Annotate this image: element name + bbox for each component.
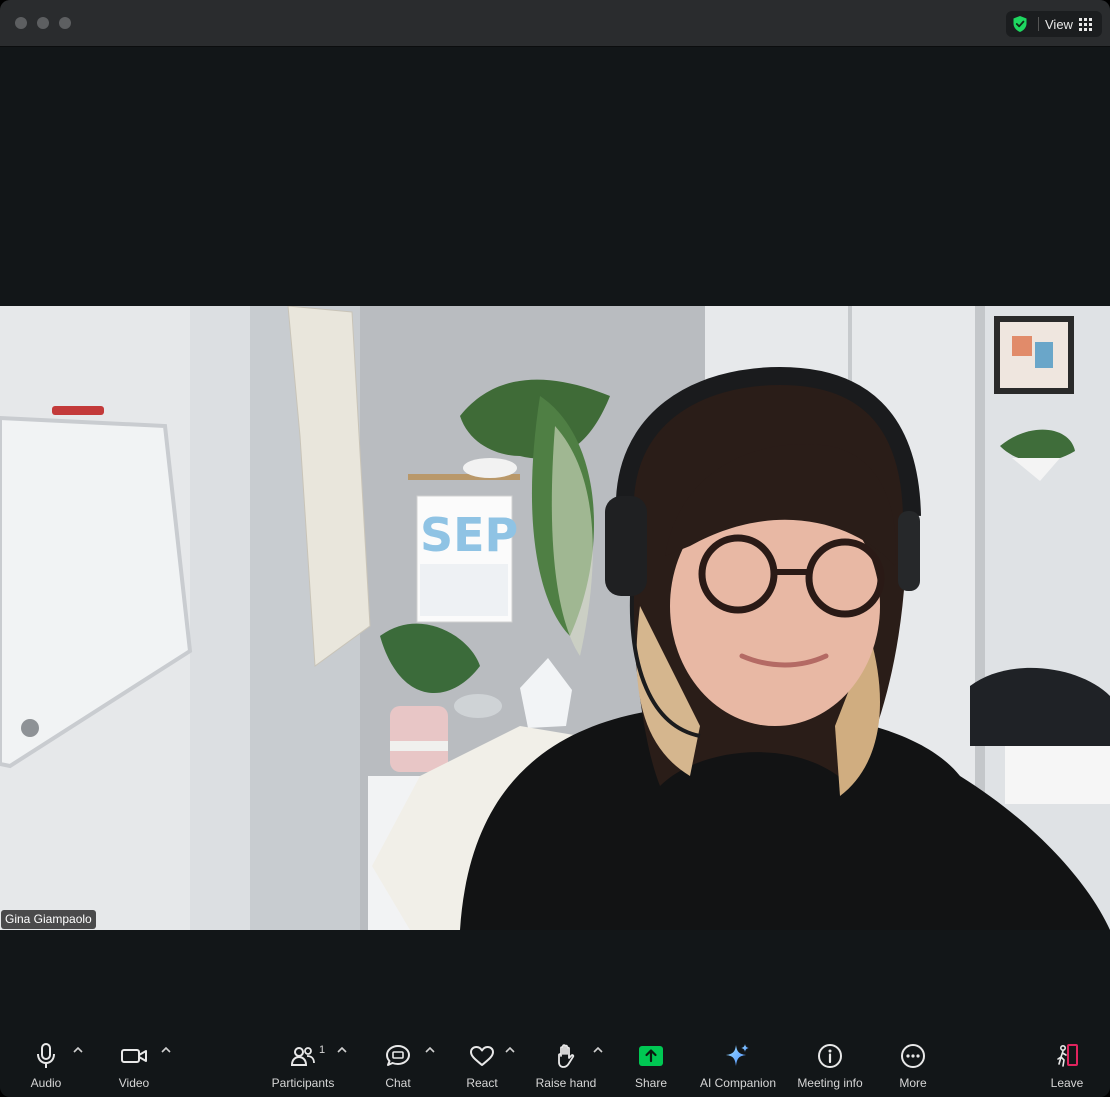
share-screen-icon xyxy=(638,1038,664,1074)
chat-options-chevron-up-icon[interactable] xyxy=(424,1044,436,1056)
zoom-window-button[interactable] xyxy=(59,17,71,29)
hand-icon xyxy=(554,1038,578,1074)
sparkle-icon xyxy=(724,1038,752,1074)
video-button[interactable]: Video xyxy=(114,1034,154,1097)
leave-door-icon xyxy=(1054,1038,1080,1074)
microphone-icon xyxy=(34,1038,58,1074)
participants-options-chevron-up-icon[interactable] xyxy=(336,1044,348,1056)
divider xyxy=(1038,17,1039,31)
meeting-window: View SEP Gina Giampaolo Audio Video Part… xyxy=(0,0,1110,1097)
participant-name-tag: Gina Giampaolo xyxy=(1,910,96,929)
leave-button[interactable]: Leave xyxy=(1046,1034,1088,1097)
audio-button[interactable]: Audio xyxy=(26,1034,66,1097)
share-label: Share xyxy=(634,1076,668,1090)
participant-video[interactable]: SEP Gina Giampaolo xyxy=(0,306,1110,930)
participants-button[interactable]: Participants xyxy=(268,1034,338,1097)
meeting-toolbar: Audio Video Participants 1 Chat React Ra… xyxy=(0,1034,1110,1097)
calendar-text: SEP xyxy=(420,508,518,562)
leave-label: Leave xyxy=(1050,1076,1084,1090)
react-button[interactable]: React xyxy=(462,1034,502,1097)
more-dots-icon xyxy=(900,1038,926,1074)
video-options-chevron-up-icon[interactable] xyxy=(160,1044,172,1056)
audio-options-chevron-up-icon[interactable] xyxy=(72,1044,84,1056)
info-icon xyxy=(817,1038,843,1074)
raise-hand-button[interactable]: Raise hand xyxy=(534,1034,598,1097)
minimize-window-button[interactable] xyxy=(37,17,49,29)
heart-icon xyxy=(469,1038,495,1074)
ai-companion-button[interactable]: AI Companion xyxy=(697,1034,779,1097)
shield-check-icon[interactable] xyxy=(1006,11,1034,37)
view-controls: View xyxy=(1006,11,1102,37)
video-stage: SEP Gina Giampaolo xyxy=(0,48,1110,1034)
view-button[interactable]: View xyxy=(1045,17,1073,32)
video-label: Video xyxy=(118,1076,150,1090)
video-camera-icon xyxy=(120,1038,148,1074)
participants-count: 1 xyxy=(319,1044,326,1056)
audio-label: Audio xyxy=(30,1076,62,1090)
title-bar: View xyxy=(0,0,1110,47)
raise-hand-options-chevron-up-icon[interactable] xyxy=(592,1044,604,1056)
react-options-chevron-up-icon[interactable] xyxy=(504,1044,516,1056)
more-button[interactable]: More xyxy=(893,1034,933,1097)
participants-label: Participants xyxy=(271,1076,335,1090)
meeting-info-label: Meeting info xyxy=(797,1076,863,1090)
video-frame-illustration: SEP xyxy=(0,306,1110,930)
meeting-info-button[interactable]: Meeting info xyxy=(793,1034,867,1097)
react-label: React xyxy=(466,1076,498,1090)
ai-companion-label: AI Companion xyxy=(699,1076,777,1090)
chat-button[interactable]: Chat xyxy=(378,1034,418,1097)
chat-bubble-icon xyxy=(385,1038,411,1074)
people-icon xyxy=(290,1038,316,1074)
close-window-button[interactable] xyxy=(15,17,27,29)
more-label: More xyxy=(899,1076,927,1090)
chat-label: Chat xyxy=(385,1076,411,1090)
grid-icon[interactable] xyxy=(1078,17,1092,31)
share-button[interactable]: Share xyxy=(630,1034,672,1097)
raise-hand-label: Raise hand xyxy=(535,1076,597,1090)
